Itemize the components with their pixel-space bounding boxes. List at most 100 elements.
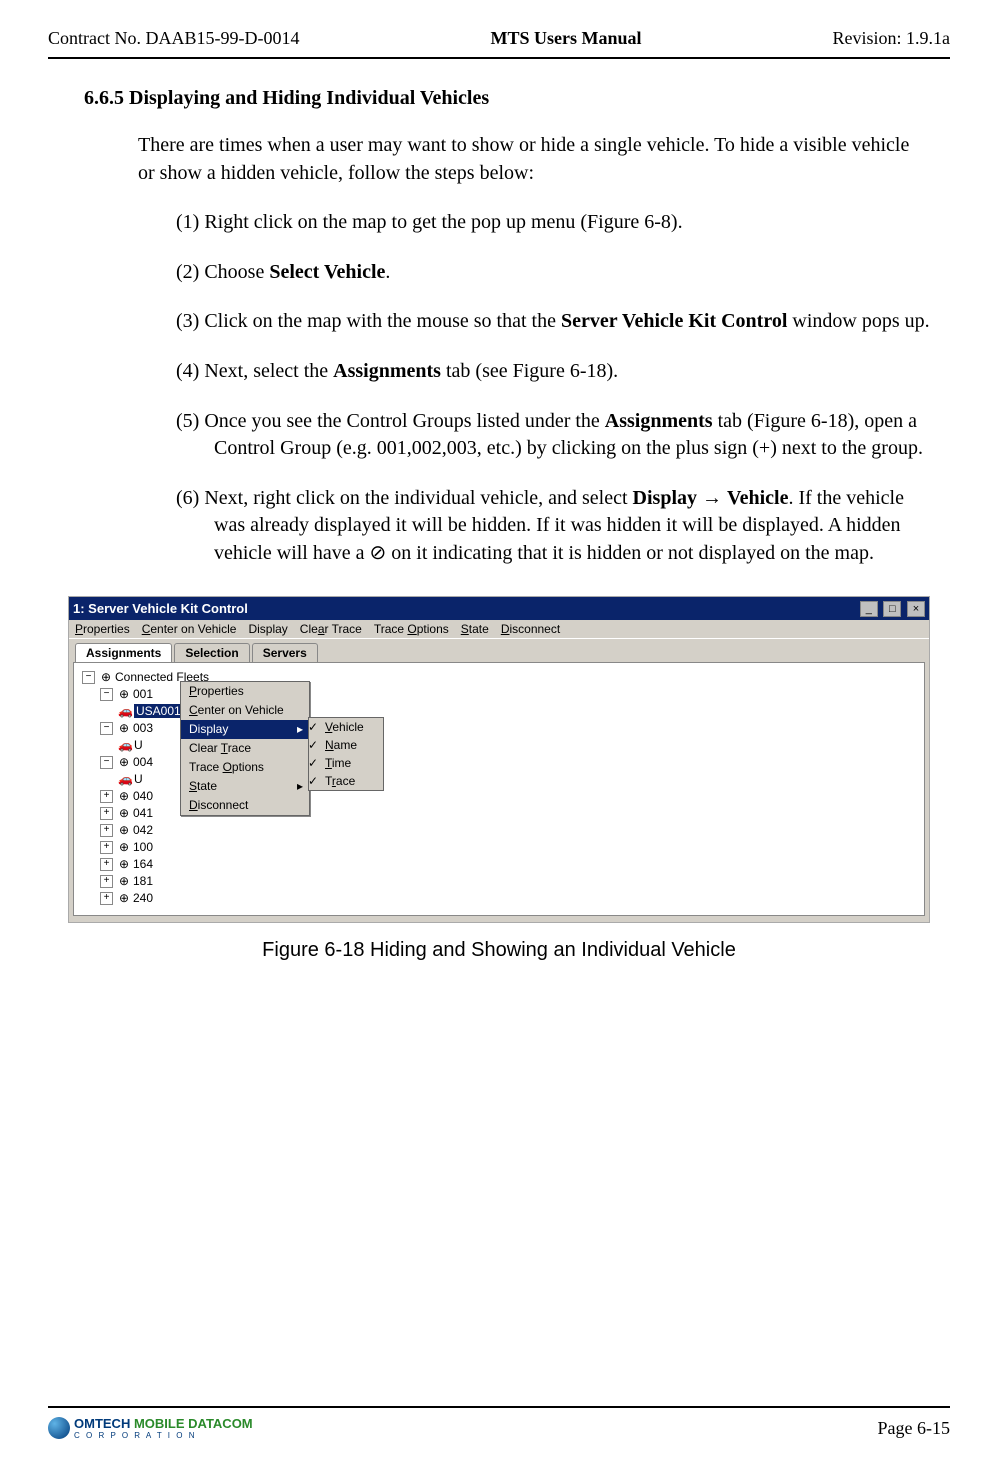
logo-main-text: OMTECH [74,1416,130,1431]
menu-item-trace-options[interactable]: Trace Options [374,622,449,636]
sub-item-trace[interactable]: Trace [309,772,383,790]
tree-label: 181 [133,874,153,888]
collapse-icon[interactable]: − [100,722,113,735]
screenshot-window: 1: Server Vehicle Kit Control _ □ × Prop… [68,596,930,923]
tree-label: 164 [133,857,153,871]
vehicle-icon: 🚗 [118,771,132,788]
ctx-item-clear-trace[interactable]: Clear Trace [181,739,309,758]
group-icon: ⊕ [117,856,131,873]
tree-node-240[interactable]: + ⊕240 [82,890,916,907]
step-number: (1) [176,211,199,233]
step-number: (5) [176,410,199,432]
expand-icon[interactable]: + [100,858,113,871]
close-button[interactable]: × [907,601,925,617]
prohibit-icon: ⊘ [370,542,387,564]
header-right: Revision: 1.9.1a [832,28,950,49]
step-text: Right click on the map to get the pop up… [199,211,682,233]
page-number: Page 6-15 [878,1418,950,1439]
step-bold: Vehicle [727,487,788,509]
step-text: Next, select the [199,360,333,382]
step-text: window pops up. [787,310,929,332]
expand-icon[interactable]: + [100,875,113,888]
section-heading: 6.6.5 Displaying and Hiding Individual V… [84,87,950,110]
minimize-button[interactable]: _ [860,601,878,617]
tab-servers[interactable]: Servers [252,643,318,662]
ctx-item-display[interactable]: Display [181,720,309,739]
collapse-icon[interactable]: − [100,756,113,769]
expand-icon[interactable]: + [100,841,113,854]
ctx-item-state[interactable]: State [181,777,309,796]
expand-icon[interactable]: + [100,790,113,803]
window-controls: _ □ × [858,600,925,617]
figure-caption: Figure 6-18 Hiding and Showing an Indivi… [48,939,950,962]
fleet-icon: ⊕ [99,669,113,686]
step-bold: Display [633,487,697,509]
vehicle-icon: 🚗 [118,737,132,754]
step-text: . [385,261,390,283]
sub-item-name[interactable]: Name [309,736,383,754]
menu-item-display[interactable]: Display [248,622,287,636]
window-titlebar[interactable]: 1: Server Vehicle Kit Control _ □ × [69,597,929,620]
step-1: (1) Right click on the map to get the po… [176,209,930,237]
arrow-icon: → [697,487,727,509]
step-4: (4) Next, select the Assignments tab (se… [176,358,930,386]
step-bold: Select Vehicle [269,261,385,283]
logo: OMTECH MOBILE DATACOM C O R P O R A T I … [48,1416,253,1440]
tree-label: 040 [133,789,153,803]
collapse-icon[interactable]: − [82,671,95,684]
tree-view[interactable]: −⊕Connected Fleets −⊕001 🚗USA001A −⊕003 … [73,662,925,916]
tab-assignments[interactable]: Assignments [75,643,172,662]
group-icon: ⊕ [117,720,131,737]
vehicle-icon: 🚗 [118,703,132,720]
step-number: (4) [176,360,199,382]
step-2: (2) Choose Select Vehicle. [176,259,930,287]
ctx-item-properties[interactable]: Properties [181,682,309,701]
tree-label: 100 [133,840,153,854]
window-title: 1: Server Vehicle Kit Control [73,601,248,616]
footer-rule [48,1406,950,1408]
step-number: (3) [176,310,199,332]
logo-sub-text: C O R P O R A T I O N [74,1431,253,1440]
page-footer: OMTECH MOBILE DATACOM C O R P O R A T I … [48,1416,950,1440]
expand-icon[interactable]: + [100,807,113,820]
expand-icon[interactable]: + [100,892,113,905]
menu-item-properties[interactable]: Properties [75,622,130,636]
window-menu-bar: Properties Center on Vehicle Display Cle… [69,620,929,639]
ctx-item-center-on-vehicle[interactable]: Center on Vehicle [181,701,309,720]
step-text: Once you see the Control Groups listed u… [199,410,604,432]
page-header: Contract No. DAAB15-99-D-0014 MTS Users … [48,28,950,49]
step-text: on it indicating that it is hidden or no… [386,542,874,564]
expand-icon[interactable]: + [100,824,113,837]
group-icon: ⊕ [117,788,131,805]
collapse-icon[interactable]: − [100,688,113,701]
globe-icon [48,1417,70,1439]
tree-label: 240 [133,891,153,905]
step-text: Click on the map with the mouse so that … [199,310,561,332]
logo-right-text: MOBILE DATACOM [134,1416,253,1431]
tree-label: 003 [133,721,153,735]
maximize-button[interactable]: □ [883,601,901,617]
tree-label: U [134,772,143,786]
step-3: (3) Click on the map with the mouse so t… [176,308,930,336]
group-icon: ⊕ [117,890,131,907]
group-icon: ⊕ [117,754,131,771]
header-rule [48,57,950,59]
group-icon: ⊕ [117,805,131,822]
menu-item-center-on-vehicle[interactable]: Center on Vehicle [142,622,237,636]
tree-node-100[interactable]: +⊕100 [82,839,916,856]
tree-node-164[interactable]: + ⊕164 [82,856,916,873]
tree-node-181[interactable]: +⊕181 [82,873,916,890]
menu-item-state[interactable]: State [461,622,489,636]
tree-node-042[interactable]: +⊕042 [82,822,916,839]
sub-item-time[interactable]: Time [309,754,383,772]
tab-selection[interactable]: Selection [174,643,249,662]
ctx-item-trace-options[interactable]: Trace Options [181,758,309,777]
step-text: tab (see Figure 6-18). [441,360,618,382]
header-left: Contract No. DAAB15-99-D-0014 [48,28,299,49]
menu-item-clear-trace[interactable]: Clear Trace [300,622,362,636]
sub-item-vehicle[interactable]: Vehicle [309,718,383,736]
ctx-item-disconnect[interactable]: Disconnect [181,796,309,815]
menu-item-disconnect[interactable]: Disconnect [501,622,560,636]
step-text: Next, right click on the individual vehi… [199,487,632,509]
step-number: (6) [176,487,199,509]
